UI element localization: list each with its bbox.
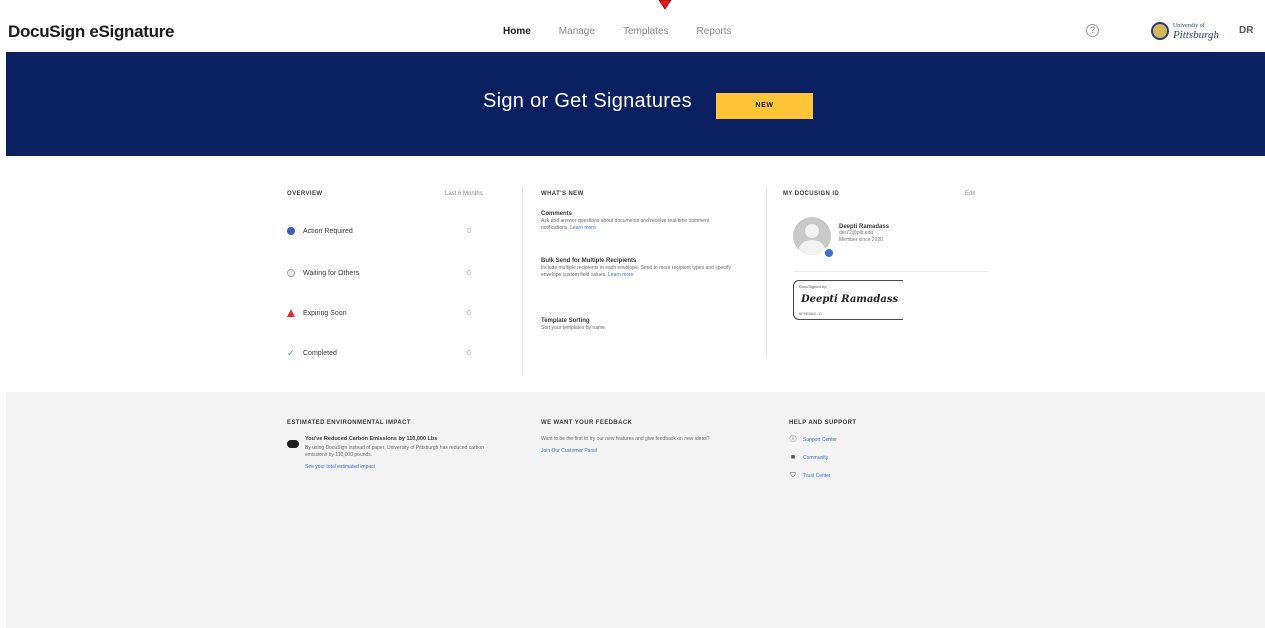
- footer-section: ESTIMATED ENVIRONMENTAL IMPACT You've Re…: [6, 392, 1265, 628]
- main-nav: Home Manage Templates Reports: [503, 26, 732, 37]
- profile-member-since: Member since 2020: [839, 237, 883, 243]
- chat-icon: ■: [790, 454, 796, 461]
- my-docusign-id-panel: MY DOCUSIGN ID Edit Deepti Ramadass der7…: [783, 191, 993, 320]
- overview-row-expiring[interactable]: Expiring Soon 0: [287, 305, 502, 321]
- nav-tab-templates[interactable]: Templates: [623, 26, 669, 37]
- support-center-item[interactable]: ⓘ Support Center: [789, 436, 989, 444]
- overview-range-select[interactable]: Last 6 Months: [445, 191, 483, 197]
- nav-tab-manage[interactable]: Manage: [559, 26, 595, 37]
- profile-info: Deepti Ramadass der72@pitt.edu Member si…: [839, 224, 889, 244]
- feedback-panel: WE WANT YOUR FEEDBACK Want to be the fir…: [541, 420, 741, 454]
- overview-row-waiting[interactable]: Waiting for Others 0: [287, 265, 502, 281]
- whats-new-item: Template Sorting Sort your templates by …: [541, 318, 607, 331]
- university-seal-icon: [1151, 22, 1169, 40]
- environment-panel: ESTIMATED ENVIRONMENTAL IMPACT You've Re…: [287, 420, 497, 470]
- overview-row-action-required[interactable]: Action Required 0: [287, 223, 502, 239]
- help-support-panel: HELP AND SUPPORT ⓘ Support Center ■ Comm…: [789, 420, 989, 490]
- help-icon[interactable]: ?: [1086, 24, 1099, 37]
- whats-new-item: Bulk Send for Multiple Recipients Includ…: [541, 258, 731, 278]
- warning-triangle-icon: [287, 309, 295, 317]
- brand-logo[interactable]: DocuSign eSignature: [8, 22, 175, 42]
- overview-panel: OVERVIEW Last 6 Months Action Required 0…: [287, 191, 514, 358]
- shield-icon: ⛉: [790, 472, 796, 479]
- cursor-pointer-icon: [658, 0, 672, 10]
- new-button[interactable]: NEW: [716, 93, 813, 119]
- grey-dot-icon: [287, 269, 295, 277]
- learn-more-link[interactable]: Learn more: [570, 225, 596, 231]
- org-line2: Pittsburgh: [1172, 29, 1219, 41]
- nav-tab-reports[interactable]: Reports: [697, 26, 732, 37]
- top-header: DocuSign eSignature Home Manage Template…: [6, 10, 1265, 52]
- org-logo[interactable]: University of Pittsburgh: [1151, 19, 1219, 43]
- column-divider: [766, 186, 767, 356]
- divider: [793, 271, 988, 272]
- community-item[interactable]: ■ Community: [789, 454, 989, 462]
- overview-row-completed[interactable]: ✓ Completed 0: [287, 345, 502, 361]
- user-avatar[interactable]: DR: [1239, 25, 1253, 36]
- nav-tab-home[interactable]: Home: [503, 26, 531, 37]
- my-id-title: MY DOCUSIGN ID: [783, 191, 840, 197]
- whats-new-panel: WHAT'S NEW Comments Ask and answer quest…: [541, 191, 741, 331]
- trust-center-item[interactable]: ⛉ Trust Center: [789, 472, 989, 480]
- edit-link[interactable]: Edit: [965, 191, 975, 197]
- total-impact-link[interactable]: See your total estimated impact: [305, 464, 497, 470]
- camera-badge-icon[interactable]: [823, 247, 835, 259]
- signature-box[interactable]: DocuSigned by: Deepti Ramadass 6F9E8A4..…: [793, 280, 903, 320]
- whats-new-title: WHAT'S NEW: [541, 191, 584, 197]
- blue-dot-icon: [287, 227, 295, 235]
- signature: Deepti Ramadass: [801, 294, 899, 305]
- customer-panel-link[interactable]: Join Our Customer Panel: [541, 448, 741, 454]
- question-circle-icon: ⓘ: [789, 436, 797, 443]
- hero-banner: Sign or Get Signatures NEW: [6, 52, 1265, 156]
- profile-email: der72@pitt.edu: [839, 230, 874, 236]
- whats-new-item: Comments Ask and answer questions about …: [541, 211, 710, 231]
- banner-title: Sign or Get Signatures: [483, 90, 692, 112]
- learn-more-link[interactable]: Learn more: [608, 272, 634, 278]
- column-divider: [522, 186, 523, 376]
- dashboard-main: OVERVIEW Last 6 Months Action Required 0…: [6, 156, 1265, 392]
- check-icon: ✓: [287, 347, 295, 358]
- cloud-icon: [287, 440, 299, 448]
